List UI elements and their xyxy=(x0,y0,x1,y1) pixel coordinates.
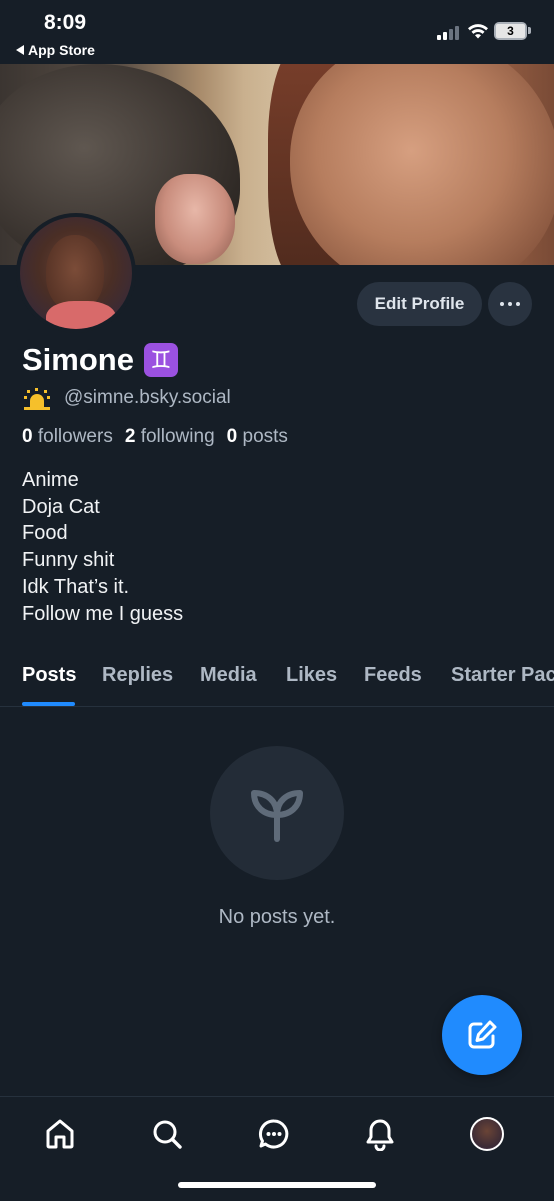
name-row: Simone ♊ xyxy=(22,342,178,378)
status-bar: 8:09 App Store 3 xyxy=(0,0,554,64)
compose-button[interactable] xyxy=(442,995,522,1075)
display-name: Simone xyxy=(22,342,134,377)
empty-state-badge xyxy=(210,746,344,880)
more-options-button[interactable] xyxy=(488,282,532,326)
edit-profile-button[interactable]: Edit Profile xyxy=(357,282,482,326)
nav-notifications[interactable] xyxy=(360,1114,400,1154)
active-tab-indicator xyxy=(22,702,75,706)
battery-cap xyxy=(528,27,531,34)
nav-chat[interactable] xyxy=(254,1114,294,1154)
profile-tabs: Posts Replies Media Likes Feeds Starter … xyxy=(0,650,554,707)
bio-line: Food xyxy=(22,522,68,545)
battery-level: 3 xyxy=(496,24,525,38)
following-stat[interactable]: 2 following xyxy=(125,426,215,448)
profile-handle[interactable]: @simne.bsky.social xyxy=(64,387,231,409)
tab-starter-packs[interactable]: Starter Pac xyxy=(451,664,554,687)
tab-media[interactable]: Media xyxy=(200,664,257,687)
battery-icon: 3 xyxy=(494,22,527,40)
bio-line: Anime xyxy=(22,469,79,491)
ellipsis-icon xyxy=(500,302,504,306)
back-to-app-store[interactable]: App Store xyxy=(16,42,95,58)
home-icon xyxy=(46,1119,74,1149)
compose-icon xyxy=(468,1020,497,1049)
bio-line: Follow me I guess xyxy=(22,602,184,625)
posts-stat: 0 posts xyxy=(226,426,288,447)
home-indicator xyxy=(178,1182,376,1188)
handle-row: @simne.bsky.social xyxy=(22,386,231,410)
wifi-icon xyxy=(468,24,488,39)
search-icon xyxy=(153,1120,182,1149)
back-app-label: App Store xyxy=(28,42,95,58)
nav-home[interactable] xyxy=(40,1114,80,1154)
empty-state-text: No posts yet. xyxy=(218,906,336,928)
profile-stats: 0 followers 2 following 0 posts xyxy=(22,426,288,448)
profile-avatar[interactable] xyxy=(16,213,136,333)
profile-bio: Anime Doja Cat Food Funny shit Idk That’… xyxy=(22,467,183,627)
tab-feeds[interactable]: Feeds xyxy=(364,664,422,687)
nav-profile[interactable] xyxy=(467,1114,507,1154)
sprout-icon xyxy=(251,790,303,842)
followers-stat[interactable]: 0 followers xyxy=(22,426,113,448)
bio-line: Idk That’s it. xyxy=(22,575,130,598)
sunrise-icon xyxy=(22,386,52,410)
nav-search[interactable] xyxy=(147,1114,187,1154)
tab-replies[interactable]: Replies xyxy=(102,664,173,687)
bell-icon xyxy=(366,1119,394,1151)
back-arrow-icon xyxy=(16,45,24,55)
cellular-signal-icon xyxy=(437,26,459,40)
status-time: 8:09 xyxy=(44,11,87,34)
tab-posts[interactable]: Posts xyxy=(22,664,76,687)
gemini-emoji: ♊ xyxy=(143,343,178,377)
bio-line: Funny shit xyxy=(22,549,115,572)
tab-likes[interactable]: Likes xyxy=(286,664,337,687)
profile-avatar-icon xyxy=(470,1117,504,1151)
chat-icon xyxy=(258,1119,289,1149)
bio-line: Doja Cat xyxy=(22,495,100,518)
